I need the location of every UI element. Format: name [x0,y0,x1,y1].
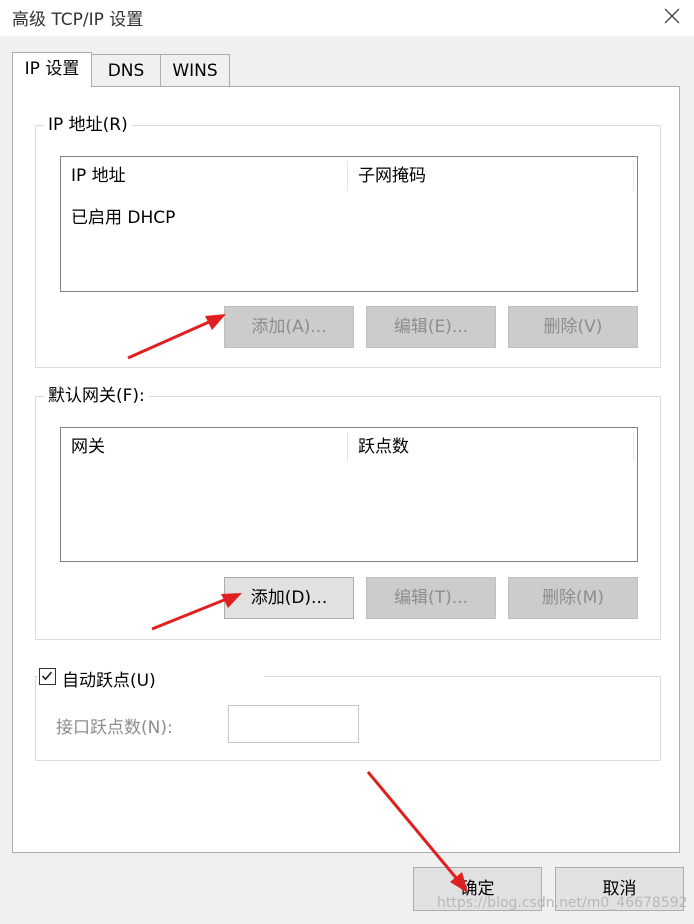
ip-address-legend: IP 地址(R) [44,115,132,135]
metric-group: 自动跃点(U) 接口跃点数(N): [35,664,661,761]
title-bar: 高级 TCP/IP 设置 [0,0,694,36]
column-header-metric[interactable]: 跃点数 [348,428,633,464]
list-item[interactable]: 已启用 DHCP [71,203,175,228]
tab-dns[interactable]: DNS [91,54,161,86]
close-icon [664,8,680,24]
tab-label: IP 设置 [24,59,80,79]
ip-add-button[interactable]: 添加(A)... [224,306,354,348]
ip-edit-button[interactable]: 编辑(E)... [366,306,496,348]
ip-address-group: IP 地址(R) IP 地址 子网掩码 已启用 DHCP 添加(A)... 编辑… [35,115,661,368]
interface-metric-input[interactable] [228,705,359,743]
gateway-edit-button[interactable]: 编辑(T)... [366,577,496,619]
metric-legend: 自动跃点(U) [38,664,264,691]
checkmark-icon [41,671,53,681]
close-button[interactable] [652,0,692,32]
tab-label: WINS [172,61,218,81]
gateway-add-button[interactable]: 添加(D)... [224,577,354,619]
column-divider [633,161,634,191]
tab-wins[interactable]: WINS [160,54,230,86]
column-header-gateway[interactable]: 网关 [61,428,347,464]
tab-label: DNS [107,61,145,81]
window-title: 高级 TCP/IP 设置 [12,10,144,30]
tab-panel: IP 地址(R) IP 地址 子网掩码 已启用 DHCP 添加(A)... 编辑… [12,86,680,853]
column-header-subnet[interactable]: 子网掩码 [348,157,633,193]
gateway-legend: 默认网关(F): [44,386,149,406]
column-header-ip[interactable]: IP 地址 [61,157,347,193]
auto-metric-label[interactable]: 自动跃点(U) [62,666,156,691]
column-divider [633,432,634,462]
ip-delete-button[interactable]: 删除(V) [508,306,638,348]
watermark: https://blog.csdn.net/m0_46678592 [437,895,688,911]
auto-metric-checkbox[interactable] [39,668,56,685]
interface-metric-label: 接口跃点数(N): [56,718,173,738]
gateway-list[interactable]: 网关 跃点数 [60,427,638,562]
ip-address-list[interactable]: IP 地址 子网掩码 已启用 DHCP [60,156,638,292]
gateway-delete-button[interactable]: 删除(M) [508,577,638,619]
tab-ip-settings[interactable]: IP 设置 [12,52,92,87]
gateway-group: 默认网关(F): 网关 跃点数 添加(D)... 编辑(T)... 删除(M) [35,386,661,640]
